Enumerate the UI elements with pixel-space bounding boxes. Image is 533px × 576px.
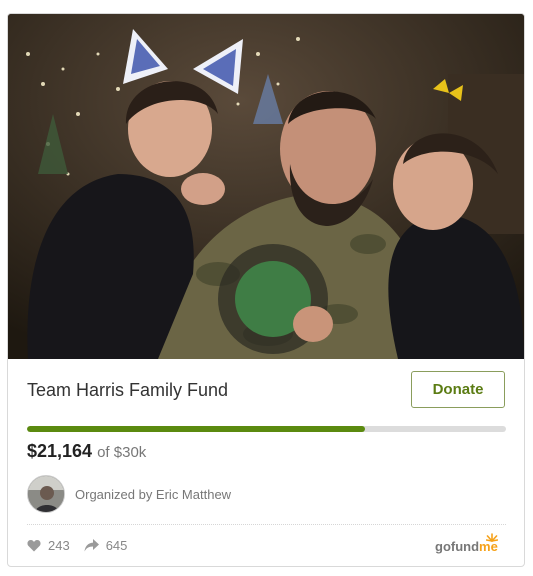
progress-bar (27, 426, 506, 432)
progress-bar-fill (27, 426, 365, 432)
organizer-name[interactable]: Organized by Eric Matthew (75, 487, 231, 502)
goal-text: of $30k (97, 444, 147, 461)
avatar[interactable] (27, 475, 65, 513)
logo-go: gofund (435, 539, 480, 554)
likes-stat[interactable]: 243 (27, 538, 70, 553)
donate-button[interactable]: Donate (411, 371, 505, 408)
campaign-title[interactable]: Team Harris Family Fund (27, 380, 228, 401)
gofundme-logo[interactable]: gofund me (435, 532, 498, 554)
stats-bar: 243 645 (27, 538, 141, 553)
likes-count: 243 (48, 538, 70, 553)
organizer[interactable]: Organized by Eric Matthew (27, 474, 231, 514)
sunburst-icon (485, 533, 498, 542)
organizer-avatar-image (28, 476, 64, 512)
shares-stat[interactable]: 645 (84, 538, 128, 553)
raised-amount: $21,164 (27, 441, 93, 461)
campaign-photo-illustration (8, 14, 524, 359)
divider (27, 524, 506, 525)
share-arrow-icon (84, 539, 99, 552)
campaign-photo[interactable] (8, 14, 524, 359)
shares-count: 645 (105, 538, 128, 553)
campaign-card[interactable]: Team Harris Family Fund Donate $21,164 o… (7, 13, 525, 567)
amount-raised: $21,164 of $30k (27, 441, 146, 462)
heart-icon (27, 540, 41, 552)
